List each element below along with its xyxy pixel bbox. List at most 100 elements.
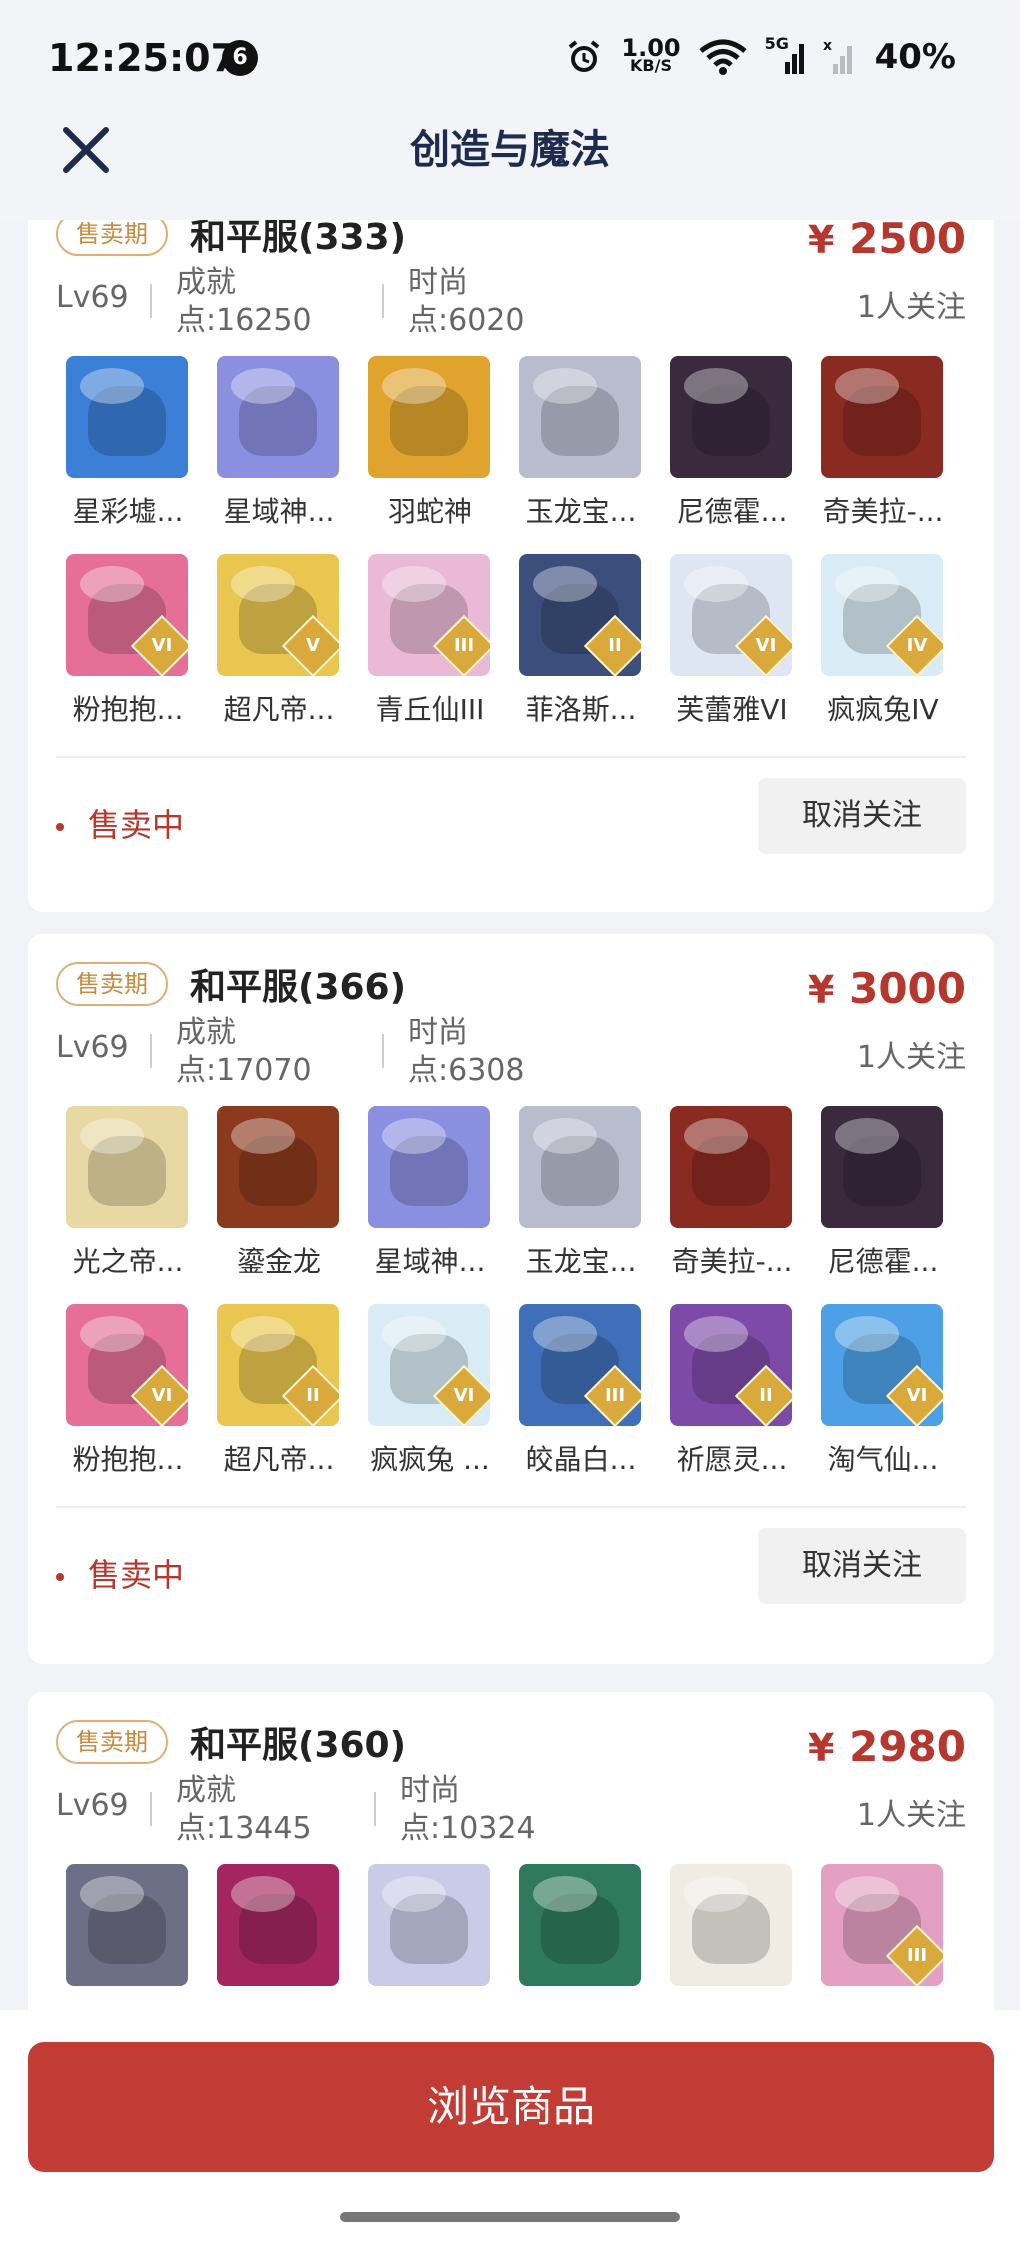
item-thumbnail: II bbox=[670, 1304, 792, 1426]
item-name: 皎晶白... bbox=[525, 1443, 637, 1476]
sale-period-tag: 售卖期 bbox=[56, 220, 168, 256]
item[interactable]: VI 淘气仙... bbox=[821, 1304, 945, 1478]
item-thumbnail bbox=[368, 1106, 490, 1228]
item[interactable]: 奇美拉-... bbox=[670, 1106, 794, 1280]
item[interactable]: 星彩墟... bbox=[66, 356, 190, 530]
item-thumbnail: III bbox=[821, 1864, 943, 1986]
wifi-icon bbox=[699, 39, 747, 75]
follower-count: 1人关注 bbox=[856, 1798, 966, 1833]
item[interactable]: IV 疯疯兔IV bbox=[821, 554, 945, 728]
price: ¥ 2980 bbox=[808, 1722, 966, 1771]
item-thumbnail: IV bbox=[821, 554, 943, 676]
item-name: 超凡帝... bbox=[223, 693, 335, 726]
item[interactable]: 星域神... bbox=[217, 356, 341, 530]
listing-card[interactable]: 售卖期 和平服(366) ¥ 3000 1人关注 Lv69 成就 点:17070 … bbox=[28, 934, 994, 1664]
item-grid: III bbox=[66, 1864, 966, 2010]
status-icons: 1.00 KB/S 5G x 40% bbox=[565, 34, 956, 80]
home-indicator[interactable] bbox=[340, 2212, 680, 2222]
item[interactable]: 光之帝... bbox=[66, 1106, 190, 1280]
item[interactable]: II 祈愿灵... bbox=[670, 1304, 794, 1478]
item[interactable]: V 超凡帝... bbox=[217, 554, 341, 728]
item-name: 菲洛斯... bbox=[525, 693, 637, 726]
achievement-points: 成就 点:17070 bbox=[176, 1015, 312, 1088]
item-thumbnail bbox=[670, 356, 792, 478]
signal-no-sim-icon: x bbox=[823, 38, 852, 74]
status-time: 12:25:07 bbox=[48, 36, 238, 80]
item[interactable] bbox=[670, 1864, 794, 1986]
item-grid: 光之帝... 鎏金龙 星域神... 玉龙宝... 奇美拉-... 尼德霍... … bbox=[66, 1106, 966, 1486]
alarm-icon bbox=[569, 40, 600, 72]
player-level: Lv69 bbox=[56, 1788, 129, 1823]
svg-text:x: x bbox=[823, 38, 832, 54]
price: ¥ 3000 bbox=[808, 964, 966, 1013]
item[interactable] bbox=[66, 1864, 190, 1986]
item[interactable]: II 菲洛斯... bbox=[519, 554, 643, 728]
item[interactable]: VI 粉抱抱... bbox=[66, 554, 190, 728]
item[interactable]: VI 芙蕾雅VI bbox=[670, 554, 794, 728]
item-thumbnail bbox=[821, 356, 943, 478]
battery-level: 40% bbox=[874, 37, 956, 77]
item[interactable]: III 青丘仙III bbox=[368, 554, 492, 728]
nav-bar: 创造与魔法 bbox=[0, 116, 1020, 220]
item-name: 疯疯兔IV bbox=[827, 693, 939, 726]
item[interactable] bbox=[519, 1864, 643, 1986]
item-thumbnail bbox=[368, 356, 490, 478]
item-name: 疯疯兔 ... bbox=[370, 1443, 490, 1476]
item-name: 淘气仙... bbox=[827, 1443, 939, 1476]
item-thumbnail bbox=[368, 1864, 490, 1986]
item-thumbnail bbox=[66, 1864, 188, 1986]
fashion-points: 时尚 点:6308 bbox=[408, 1015, 525, 1088]
item-grid: 星彩墟... 星域神... 羽蛇神 玉龙宝... 尼德霍... 奇美拉-... … bbox=[66, 356, 966, 736]
item[interactable]: 尼德霍... bbox=[670, 356, 794, 530]
item-name: 羽蛇神 bbox=[387, 495, 472, 528]
item[interactable]: 尼德霍... bbox=[821, 1106, 945, 1280]
item-name: 玉龙宝... bbox=[525, 495, 637, 528]
item-thumbnail: VI bbox=[670, 554, 792, 676]
item-thumbnail: III bbox=[368, 554, 490, 676]
notification-count-badge: 6 bbox=[222, 40, 258, 76]
item-thumbnail: VI bbox=[66, 554, 188, 676]
browse-products-button[interactable]: 浏览商品 bbox=[28, 2042, 994, 2172]
fashion-points: 时尚 点:6020 bbox=[408, 265, 525, 338]
fashion-points: 时尚 点:10324 bbox=[400, 1773, 536, 1846]
divider bbox=[56, 756, 966, 758]
unfollow-button[interactable]: 取消关注 bbox=[758, 778, 966, 854]
listing-card[interactable]: 售卖期 和平服(333) ¥ 2500 1人关注 Lv69 成就 点:16250 … bbox=[28, 220, 994, 912]
server-name: 和平服(366) bbox=[190, 967, 407, 1008]
item-name: 粉抱抱... bbox=[72, 693, 184, 726]
listing-card[interactable]: 售卖期 和平服(360) ¥ 2980 1人关注 Lv69 成就 点:13445 … bbox=[28, 1692, 994, 2010]
item-name: 芙蕾雅VI bbox=[676, 693, 788, 726]
server-name: 和平服(333) bbox=[190, 220, 407, 258]
unfollow-button[interactable]: 取消关注 bbox=[758, 1528, 966, 1604]
item-thumbnail bbox=[519, 1864, 641, 1986]
achievement-points: 成就 点:16250 bbox=[176, 265, 312, 338]
item[interactable]: 奇美拉-... bbox=[821, 356, 945, 530]
item-name: 尼德霍... bbox=[676, 495, 788, 528]
item-name: 星域神... bbox=[374, 1245, 486, 1278]
divider bbox=[374, 1792, 376, 1826]
item-name: 玉龙宝... bbox=[525, 1245, 637, 1278]
item-thumbnail bbox=[217, 1864, 339, 1986]
item[interactable]: 鎏金龙 bbox=[217, 1106, 341, 1280]
sale-status: 售卖中 bbox=[56, 800, 184, 846]
item[interactable]: 玉龙宝... bbox=[519, 356, 643, 530]
item[interactable] bbox=[368, 1864, 492, 1986]
item[interactable]: 星域神... bbox=[368, 1106, 492, 1280]
item[interactable] bbox=[217, 1864, 341, 1986]
item[interactable]: VI 疯疯兔 ... bbox=[368, 1304, 492, 1478]
item[interactable]: III bbox=[821, 1864, 945, 1986]
item-thumbnail bbox=[217, 1106, 339, 1228]
item[interactable]: II 超凡帝... bbox=[217, 1304, 341, 1478]
item-thumbnail: VI bbox=[821, 1304, 943, 1426]
item[interactable]: III 皎晶白... bbox=[519, 1304, 643, 1478]
sale-period-tag: 售卖期 bbox=[56, 1720, 168, 1764]
item-thumbnail: VI bbox=[66, 1304, 188, 1426]
item[interactable]: VI 粉抱抱... bbox=[66, 1304, 190, 1478]
divider bbox=[150, 284, 152, 318]
item[interactable]: 羽蛇神 bbox=[368, 356, 492, 530]
divider bbox=[150, 1034, 152, 1068]
item[interactable]: 玉龙宝... bbox=[519, 1106, 643, 1280]
listing-list[interactable]: 售卖期 和平服(333) ¥ 2500 1人关注 Lv69 成就 点:16250 … bbox=[0, 220, 1020, 2010]
server-name: 和平服(360) bbox=[190, 1725, 407, 1766]
achievement-points: 成就 点:13445 bbox=[176, 1773, 312, 1846]
